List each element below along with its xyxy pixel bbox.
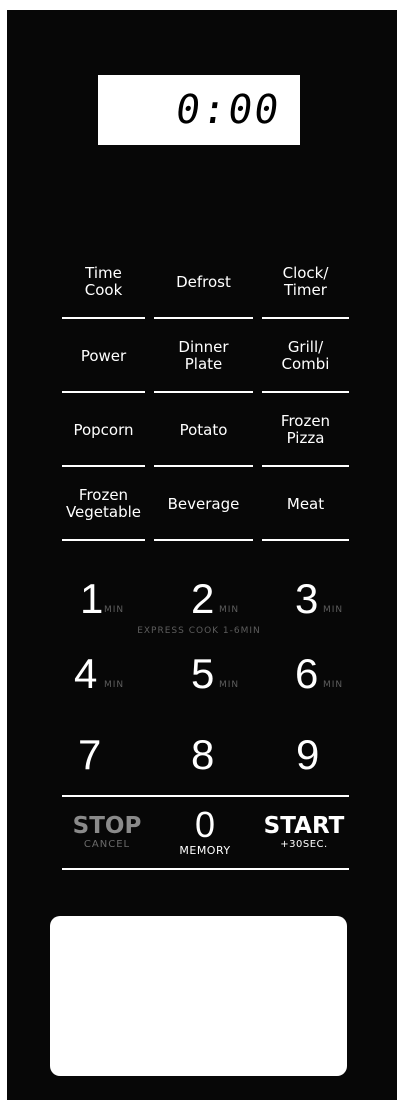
key-underline — [262, 391, 349, 393]
stop-cancel-button[interactable]: STOP CANCEL — [62, 814, 152, 850]
key-0-button[interactable]: 0 MEMORY — [160, 804, 250, 858]
beverage-button[interactable]: Beverage — [154, 477, 253, 541]
key-8-button[interactable]: 8 — [191, 734, 251, 778]
time-cook-button[interactable]: Time Cook — [62, 255, 145, 319]
clock-timer-label: Clock/ Timer — [282, 264, 329, 299]
start-button[interactable]: START +30SEC. — [252, 814, 356, 850]
key-6-button[interactable]: 6 MIN — [295, 653, 375, 697]
divider-top — [62, 795, 349, 797]
key-7-digit: 7 — [78, 731, 102, 778]
potato-label: Potato — [179, 420, 228, 439]
key-9-button[interactable]: 9 — [296, 734, 356, 778]
time-display: 0:00 — [98, 75, 300, 145]
key-underline — [62, 317, 145, 319]
frozen-vegetable-label: Frozen Vegetable — [65, 486, 142, 521]
min-label: MIN — [323, 680, 344, 690]
key-underline — [262, 539, 349, 541]
power-label: Power — [80, 346, 127, 365]
key-4-digit: 4 — [74, 650, 98, 697]
display-time: 0:00 — [172, 87, 284, 133]
start-label: START — [263, 813, 345, 839]
defrost-label: Defrost — [176, 272, 231, 291]
express-cook-label: EXPRESS COOK 1-6MIN — [137, 626, 261, 636]
key-2-button[interactable]: 2 MIN — [191, 578, 271, 622]
key-underline — [154, 539, 253, 541]
dinner-plate-button[interactable]: Dinner Plate — [154, 329, 253, 393]
key-1-button[interactable]: 1 MIN — [80, 578, 160, 622]
key-0-digit: 0 — [194, 804, 216, 845]
frozen-pizza-button[interactable]: Frozen Pizza — [262, 403, 349, 467]
memory-label: MEMORY — [179, 844, 231, 857]
key-9-digit: 9 — [296, 731, 320, 778]
key-underline — [62, 539, 145, 541]
key-underline — [154, 465, 253, 467]
min-label: MIN — [323, 605, 344, 615]
key-underline — [262, 317, 349, 319]
popcorn-button[interactable]: Popcorn — [62, 403, 145, 467]
time-cook-label: Time Cook — [84, 264, 123, 299]
key-2-digit: 2 — [191, 575, 215, 622]
key-underline — [154, 317, 253, 319]
key-underline — [262, 465, 349, 467]
stop-label: STOP — [72, 813, 142, 839]
key-7-button[interactable]: 7 — [78, 734, 138, 778]
key-5-digit: 5 — [191, 650, 215, 697]
key-4-button[interactable]: 4 MIN — [74, 653, 154, 697]
min-label: MIN — [219, 680, 240, 690]
key-8-digit: 8 — [191, 731, 215, 778]
key-3-button[interactable]: 3 MIN — [295, 578, 375, 622]
dinner-plate-label: Dinner Plate — [178, 338, 229, 373]
grill-combi-label: Grill/ Combi — [281, 338, 330, 373]
divider-bottom — [62, 868, 349, 870]
key-5-button[interactable]: 5 MIN — [191, 653, 271, 697]
key-1-digit: 1 — [80, 575, 104, 622]
key-underline — [62, 391, 145, 393]
key-underline — [62, 465, 145, 467]
meat-button[interactable]: Meat — [262, 477, 349, 541]
meat-label: Meat — [286, 494, 325, 513]
grill-combi-button[interactable]: Grill/ Combi — [262, 329, 349, 393]
min-label: MIN — [219, 605, 240, 615]
door-window — [50, 916, 347, 1076]
popcorn-label: Popcorn — [73, 420, 134, 439]
frozen-pizza-label: Frozen Pizza — [280, 412, 331, 447]
power-button[interactable]: Power — [62, 329, 145, 393]
frozen-vegetable-button[interactable]: Frozen Vegetable — [62, 477, 145, 541]
key-6-digit: 6 — [295, 650, 319, 697]
clock-timer-button[interactable]: Clock/ Timer — [262, 255, 349, 319]
cancel-label: CANCEL — [83, 839, 131, 850]
potato-button[interactable]: Potato — [154, 403, 253, 467]
key-3-digit: 3 — [295, 575, 319, 622]
plus-30sec-label: +30SEC. — [280, 839, 328, 850]
min-label: MIN — [104, 605, 125, 615]
min-label: MIN — [104, 680, 125, 690]
key-underline — [154, 391, 253, 393]
beverage-label: Beverage — [167, 494, 240, 513]
defrost-button[interactable]: Defrost — [154, 255, 253, 319]
